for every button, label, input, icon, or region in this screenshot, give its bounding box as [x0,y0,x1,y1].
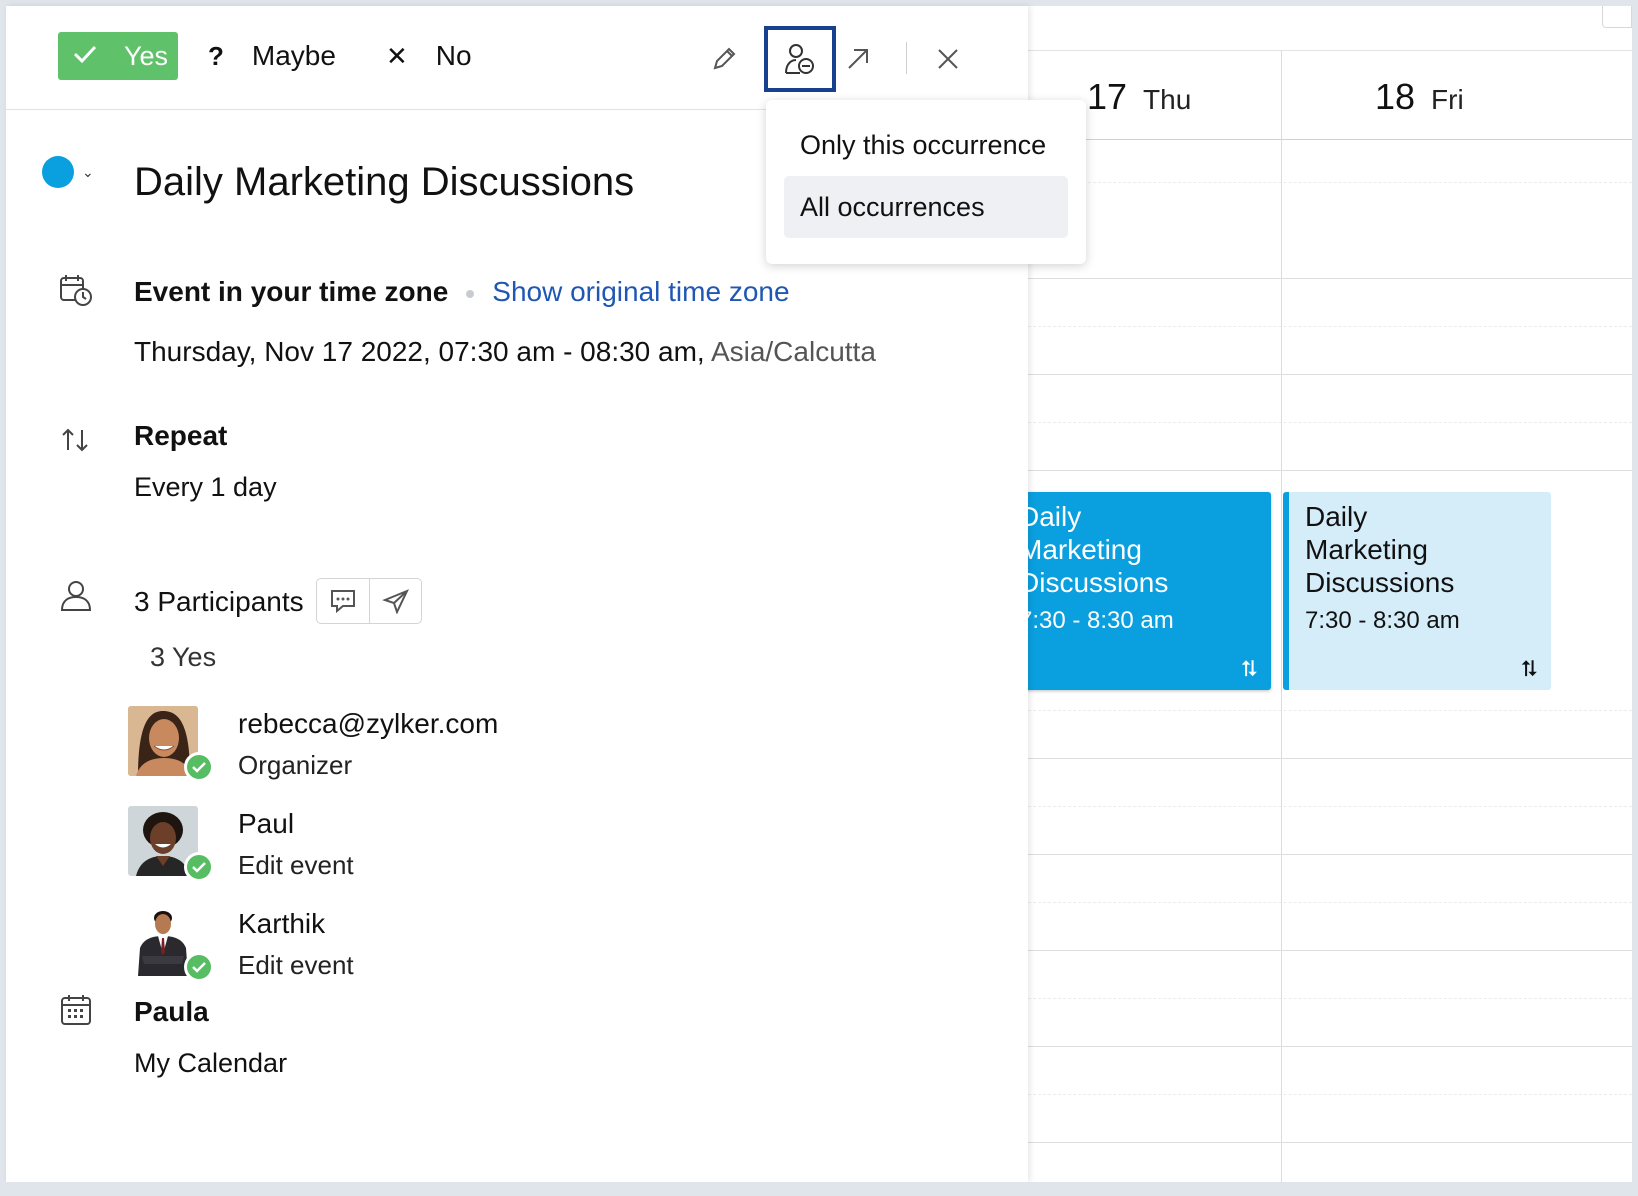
calendar-owner: Paula [134,996,209,1027]
half-hour-line [1003,902,1632,903]
calendar-event-fri[interactable]: Daily Marketing Discussions 7:30 - 8:30 … [1283,492,1551,690]
day-header-fri[interactable]: 18 Fri [1375,76,1464,126]
repeat-label: Repeat [134,420,228,451]
half-hour-line [1003,710,1632,711]
hour-line [1003,470,1632,471]
repeat-value: Every 1 day [134,472,277,502]
occurrence-dropdown: Only this occurrence All occurrences [766,100,1086,264]
event-title-line: Discussions [1019,567,1169,598]
calendar-grid: 17 Thu 18 Fri Daily Marketing Discussion… [1003,6,1632,1191]
hour-line [1003,1046,1632,1047]
check-icon [72,41,98,72]
close-icon[interactable] [928,26,968,92]
repeat-icon: ⮁ [1519,656,1537,681]
hour-line [1003,1142,1632,1143]
timezone-name: Asia/Calcutta [710,336,876,367]
menu-item-all-occurrences[interactable]: All occurrences [784,176,1068,238]
participant-role: Edit event [238,950,354,980]
rsvp-no-label: No [435,40,472,71]
hour-line [1003,374,1632,375]
day-header-thu[interactable]: 17 Thu [1087,76,1191,126]
participant-actions [316,578,422,624]
half-hour-line [1003,806,1632,807]
day-number: 17 [1087,76,1128,117]
event-title: Daily Marketing Discussions [134,160,635,204]
participant-name: rebecca@zylker.com [238,708,499,739]
event-title-line: Discussions [1305,567,1455,598]
event-time: 7:30 - 8:30 am [1305,607,1460,634]
half-hour-line [1003,1094,1632,1095]
half-hour-line [1003,326,1632,327]
day-name: Thu [1143,84,1192,115]
color-picker[interactable]: ⌄ [42,156,94,188]
hour-line [1003,758,1632,759]
rsvp-maybe-button[interactable]: ? Maybe [208,32,336,80]
person-icon [58,578,94,614]
day-number: 18 [1375,76,1416,117]
timezone-label: Event in your time zone [134,276,449,307]
edit-icon[interactable] [704,26,744,92]
participant-name: Paul [238,808,295,839]
menu-item-only-this-occurrence[interactable]: Only this occurrence [784,114,1068,176]
rsvp-yes-button[interactable]: Yes [58,32,178,80]
participant-item[interactable]: Paul Edit event [128,806,488,882]
participant-item[interactable]: rebecca@zylker.com Organizer [128,706,498,782]
accepted-check-icon [184,952,214,982]
event-title-line: Daily [1019,501,1082,532]
yes-count: 3 Yes [150,642,217,672]
event-color-dot [42,156,74,188]
event-title-line: Marketing [1305,534,1428,565]
corner-tab [1602,6,1632,28]
grid-line [1003,50,1632,51]
event-time: 7:30 - 8:30 am [1019,607,1174,634]
calendar-name: My Calendar [134,1048,288,1078]
open-external-icon[interactable] [838,26,878,92]
chevron-down-icon: ⌄ [82,163,94,180]
rsvp-yes-label: Yes [124,40,169,71]
header-divider [1003,139,1632,140]
accepted-check-icon [184,752,214,782]
calendar-event-thu[interactable]: Daily Marketing Discussions 7:30 - 8:30 … [1003,492,1271,690]
datetime-value: Thursday, Nov 17 2022, 07:30 am - 08:30 … [134,336,705,367]
accepted-check-icon [184,852,214,882]
timezone-row: Event in your time zone Show original tim… [134,276,790,308]
half-hour-line [1003,422,1632,423]
participant-item[interactable]: Karthik Edit event [128,906,488,982]
event-title-line: Marketing [1019,534,1142,565]
calendar-icon [58,992,94,1028]
hour-line [1003,278,1632,279]
participant-role: Edit event [238,850,354,880]
hour-line [1003,950,1632,951]
calendar-clock-icon [58,272,94,308]
panel-toolbar: Yes ? Maybe ✕ No [6,6,1028,110]
manage-attendance-icon[interactable] [764,26,836,92]
window-frame [0,1182,1638,1196]
rsvp-maybe-label: Maybe [251,40,336,71]
x-icon: ✕ [386,40,408,71]
separator-dot [466,289,475,298]
participants-label: 3 Participants [134,586,304,617]
send-icon[interactable] [369,579,421,623]
hour-line [1003,854,1632,855]
participant-role: Organizer [238,750,353,780]
event-title-line: Daily [1305,501,1368,532]
question-icon: ? [208,40,224,71]
repeat-icon: ⮁ [1239,656,1257,681]
column-divider [1281,50,1282,1191]
participant-name: Karthik [238,908,326,939]
rsvp-no-button[interactable]: ✕ No [386,32,472,80]
day-name: Fri [1431,84,1464,115]
show-original-timezone-link[interactable]: Show original time zone [492,276,789,307]
chat-icon[interactable] [317,579,369,623]
toolbar-divider [906,42,907,74]
half-hour-line [1003,182,1632,183]
half-hour-line [1003,998,1632,999]
repeat-icon [58,422,94,458]
event-datetime: Thursday, Nov 17 2022, 07:30 am - 08:30 … [134,336,876,368]
